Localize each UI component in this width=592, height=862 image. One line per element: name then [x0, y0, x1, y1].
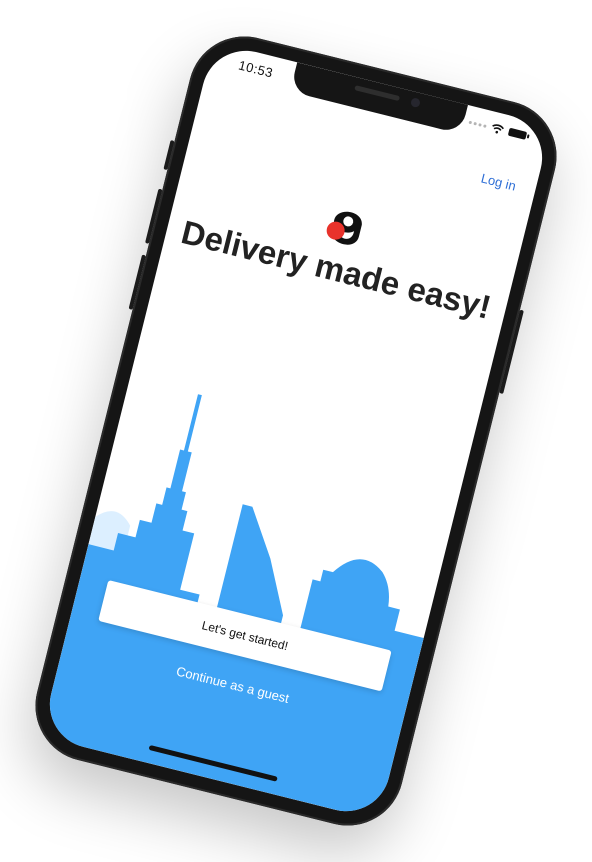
side-button	[163, 140, 175, 171]
stage: 10:53 Log in Delivery made easy! Let's g…	[0, 0, 592, 862]
signal-icon	[468, 120, 487, 128]
power-button	[499, 309, 524, 395]
volume-up-button	[145, 188, 163, 244]
phone-frame: 10:53 Log in Delivery made easy! Let's g…	[23, 24, 569, 838]
front-camera	[410, 97, 421, 109]
app-screen: 10:53 Log in Delivery made easy! Let's g…	[40, 41, 552, 821]
volume-down-button	[128, 254, 147, 310]
earpiece-speaker	[354, 85, 401, 102]
